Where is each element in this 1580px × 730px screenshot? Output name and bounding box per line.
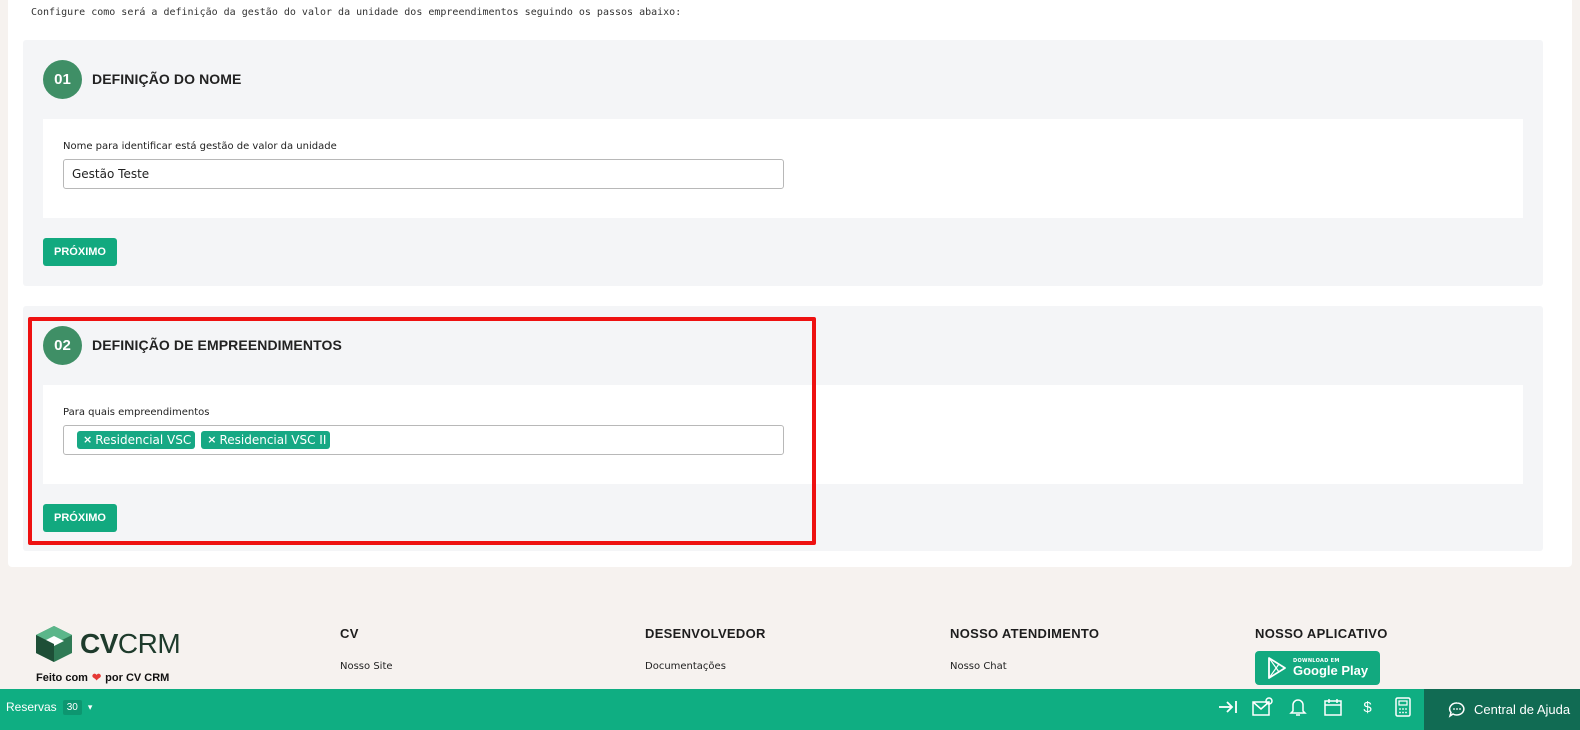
- footer-link-nosso-site[interactable]: Nosso Site: [340, 661, 393, 672]
- step-1-panel: 01 DEFINIÇÃO DO NOME Nome para identific…: [23, 40, 1543, 286]
- step-1-next-button[interactable]: PRÓXIMO: [43, 238, 117, 266]
- name-input[interactable]: Gestão Teste: [63, 159, 784, 189]
- collapse-icon[interactable]: [1216, 696, 1239, 719]
- footer-link-nosso-chat[interactable]: Nosso Chat: [950, 661, 1099, 672]
- footer-col-app: NOSSO APLICATIVO DOWNLOAD EM Google Play: [1255, 626, 1388, 685]
- footer-col-dev: DESENVOLVEDOR Documentações: [645, 626, 766, 672]
- chevron-down-icon: ▾: [87, 701, 93, 712]
- footer-col-cv: CV Nosso Site: [340, 626, 393, 672]
- bottom-bar: Reservas 30 ▾ $ Central de Ajuda: [0, 689, 1580, 730]
- footer-link-documentacoes[interactable]: Documentações: [645, 661, 766, 672]
- heart-icon: ❤: [91, 672, 102, 684]
- google-play-button[interactable]: DOWNLOAD EM Google Play: [1255, 651, 1380, 685]
- calculator-icon[interactable]: [1391, 696, 1414, 719]
- logo-mark-icon: [36, 626, 72, 662]
- reservas-dropdown[interactable]: Reservas 30 ▾: [6, 689, 92, 725]
- step-1-form: Nome para identificar está gestão de val…: [43, 119, 1523, 218]
- dollar-icon[interactable]: $: [1356, 696, 1379, 719]
- calendar-icon[interactable]: [1321, 696, 1344, 719]
- logo-text: CVCRM: [80, 628, 181, 659]
- made-with-text: Feito com ❤ por CV CRM: [36, 671, 170, 685]
- gplay-big-text: Google Play: [1293, 663, 1369, 678]
- intro-text: Configure como será a definição da gestã…: [31, 7, 682, 18]
- footer-col-title: NOSSO ATENDIMENTO: [950, 626, 1100, 641]
- bell-icon[interactable]: [1286, 696, 1309, 719]
- reservas-count-badge: 30: [62, 699, 82, 715]
- cvcrm-logo[interactable]: CVCRM: [36, 626, 181, 662]
- highlight-box: [28, 317, 816, 545]
- reservas-label: Reservas: [6, 700, 57, 714]
- name-field-label: Nome para identificar está gestão de val…: [63, 141, 337, 152]
- footer-col-title: CV: [340, 626, 359, 641]
- help-center-button[interactable]: Central de Ajuda: [1424, 689, 1580, 730]
- step-1-badge: 01: [43, 60, 82, 99]
- google-play-icon: [1268, 657, 1286, 679]
- bar-icon-group: $: [1216, 689, 1414, 725]
- mail-settings-icon[interactable]: [1251, 696, 1274, 719]
- step-1-title: DEFINIÇÃO DO NOME: [92, 71, 242, 87]
- chat-bubble-icon: [1448, 701, 1465, 718]
- footer-col-support: NOSSO ATENDIMENTO Nosso Chat: [950, 626, 1099, 672]
- footer-col-title: DESENVOLVEDOR: [645, 626, 766, 641]
- footer-col-title: NOSSO APLICATIVO: [1255, 626, 1388, 641]
- help-center-label: Central de Ajuda: [1474, 702, 1571, 717]
